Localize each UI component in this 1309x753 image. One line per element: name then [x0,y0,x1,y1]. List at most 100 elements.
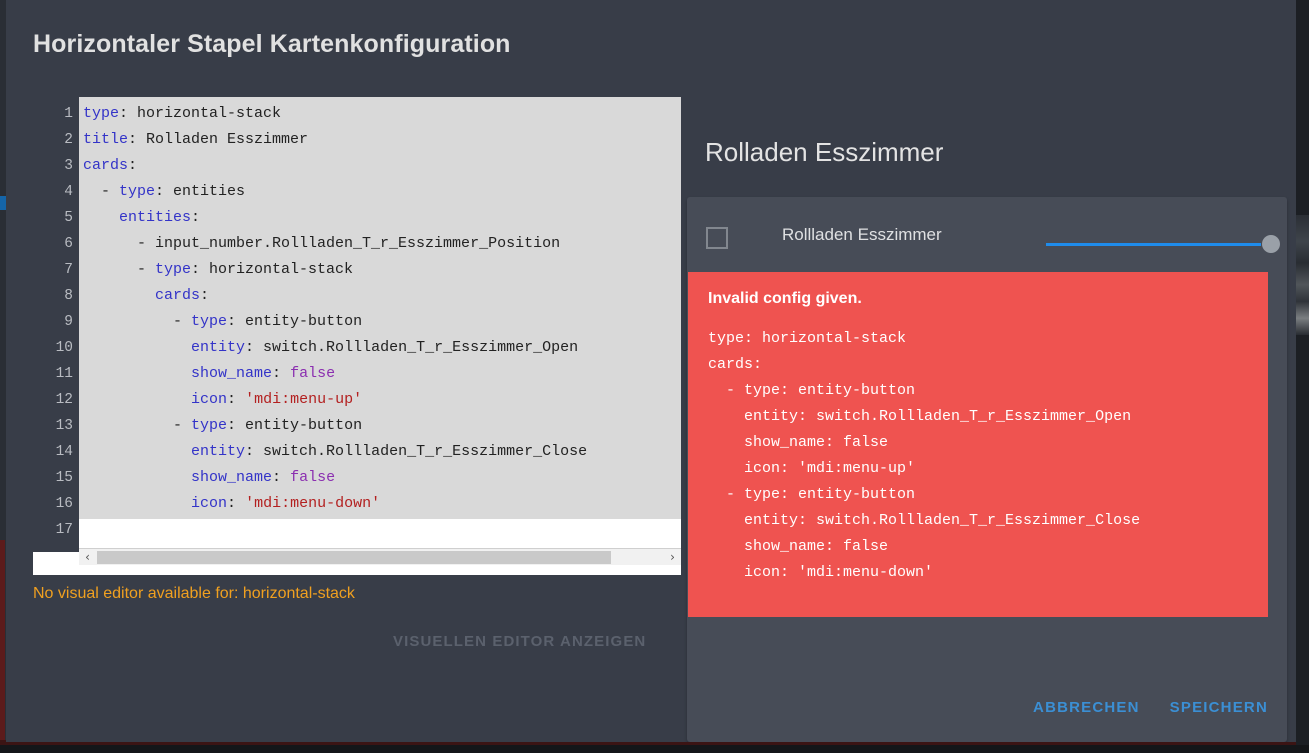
code-token: : [227,495,246,512]
background-red-sliver [0,540,5,740]
line-number: 17 [55,522,73,538]
code-line: icon: 'mdi:menu-down' [83,491,681,517]
code-token: type [83,105,120,122]
code-line: title: Rolladen Esszimmer [83,127,681,153]
code-token: - [83,261,156,278]
scroll-right-arrow-icon[interactable]: › [664,549,681,565]
slider-track [1046,243,1261,246]
line-number-gutter: 1 2 3 4 5 6 7 8 9 10 11 12 13 14 15 16 17 [33,97,79,552]
code-token: entity [191,443,246,460]
code-token: icon [191,495,228,512]
code-token: cards [155,287,201,304]
line-number: 9 [64,314,73,330]
entity-row[interactable]: Rollladen Esszimmer [687,209,1287,271]
code-token: - input_number.Rollladen_T_r_Esszimmer_P… [83,235,561,252]
unknown-entity-square-icon [706,227,728,249]
code-token: show_name [191,469,273,486]
no-visual-editor-message: No visual editor available for: horizont… [33,585,355,602]
code-line: entity: switch.Rollladen_T_r_Esszimmer_O… [83,335,681,361]
line-number: 5 [64,210,73,226]
background-right-strip [1296,0,1309,753]
invalid-config-error: Invalid config given. type: horizontal-s… [688,272,1268,617]
code-token: 'mdi:menu-up' [245,391,363,408]
code-token: : entities [155,183,246,200]
scroll-left-arrow-icon[interactable]: ‹ [79,549,96,565]
code-line: - input_number.Rollladen_T_r_Esszimmer_P… [83,231,681,257]
code-token: : Rolladen Esszimmer [128,131,309,148]
code-line: show_name: false [83,465,681,491]
cancel-button[interactable]: ABBRECHEN [1025,693,1148,722]
code-token: entity [191,339,246,356]
dialog-action-bar: ABBRECHEN SPEICHERN [1025,693,1276,722]
code-line: type: horizontal-stack [83,101,681,127]
background-right-content [1296,215,1309,335]
code-token: : [272,469,291,486]
code-line: - type: entity-button [83,309,681,335]
code-line: cards: [83,153,681,179]
line-number: 13 [55,418,73,434]
scrollbar-thumb[interactable] [97,551,611,564]
line-number: 3 [64,158,73,174]
line-number: 2 [64,132,73,148]
line-number: 10 [55,340,73,356]
card-config-dialog: Horizontaler Stapel Kartenkonfiguration … [6,0,1296,742]
code-token: - [83,313,192,330]
code-token: show_name [191,365,273,382]
code-line: - type: entities [83,179,681,205]
code-token: title [83,131,129,148]
code-token: : [191,209,201,226]
line-number: 7 [64,262,73,278]
code-token: 'mdi:menu-down' [245,495,381,512]
code-token: false [290,469,336,486]
error-title: Invalid config given. [708,290,862,307]
code-token: : [227,391,246,408]
code-line: entity: switch.Rollladen_T_r_Esszimmer_C… [83,439,681,465]
line-number: 1 [64,106,73,122]
screen-root: Horizontaler Stapel Kartenkonfiguration … [0,0,1309,753]
preview-card-title: Rolladen Esszimmer [705,137,944,167]
code-token: : [128,157,138,174]
line-number: 15 [55,470,73,486]
line-number: 4 [64,184,73,200]
slider-knob[interactable] [1262,235,1280,253]
code-token: - [83,417,192,434]
code-token: icon [191,391,228,408]
entity-row-label: Rollladen Esszimmer [782,225,942,244]
code-token: type [119,183,156,200]
code-token: : [272,365,291,382]
code-token: type [191,417,228,434]
code-token: false [290,365,336,382]
save-button[interactable]: SPEICHERN [1162,693,1276,722]
show-visual-editor-button[interactable]: VISUELLEN EDITOR ANZEIGEN [393,633,646,650]
code-token: type [155,261,192,278]
error-config-code: type: horizontal-stack cards: - type: en… [708,330,1141,581]
code-token: : horizontal-stack [119,105,282,122]
code-line: show_name: false [83,361,681,387]
code-text-area[interactable]: type: horizontal-stack title: Rolladen Es… [79,97,681,519]
code-editor-scroll-area[interactable]: 1 2 3 4 5 6 7 8 9 10 11 12 13 14 15 16 17 type: horizont… [33,97,681,575]
preview-card: Rollladen Esszimmer Invalid config given… [687,197,1287,742]
line-number: 16 [55,496,73,512]
code-token: entities [119,209,192,226]
code-line: - type: entity-button [83,413,681,439]
horizontal-scrollbar[interactable]: ‹ › [79,548,681,565]
line-number: 11 [55,366,73,382]
code-token: : horizontal-stack [191,261,354,278]
yaml-editor-panel: 1 2 3 4 5 6 7 8 9 10 11 12 13 14 15 16 17 type: horizont… [33,97,681,575]
line-number: 12 [55,392,73,408]
line-number: 6 [64,236,73,252]
code-token: - [83,183,120,200]
code-editor[interactable]: 1 2 3 4 5 6 7 8 9 10 11 12 13 14 15 16 17 type: horizont… [33,97,681,575]
code-line: cards: [83,283,681,309]
position-slider[interactable] [1046,235,1280,255]
dialog-title: Horizontaler Stapel Kartenkonfiguration [33,30,511,58]
code-line: icon: 'mdi:menu-up' [83,387,681,413]
code-token: : [200,287,210,304]
